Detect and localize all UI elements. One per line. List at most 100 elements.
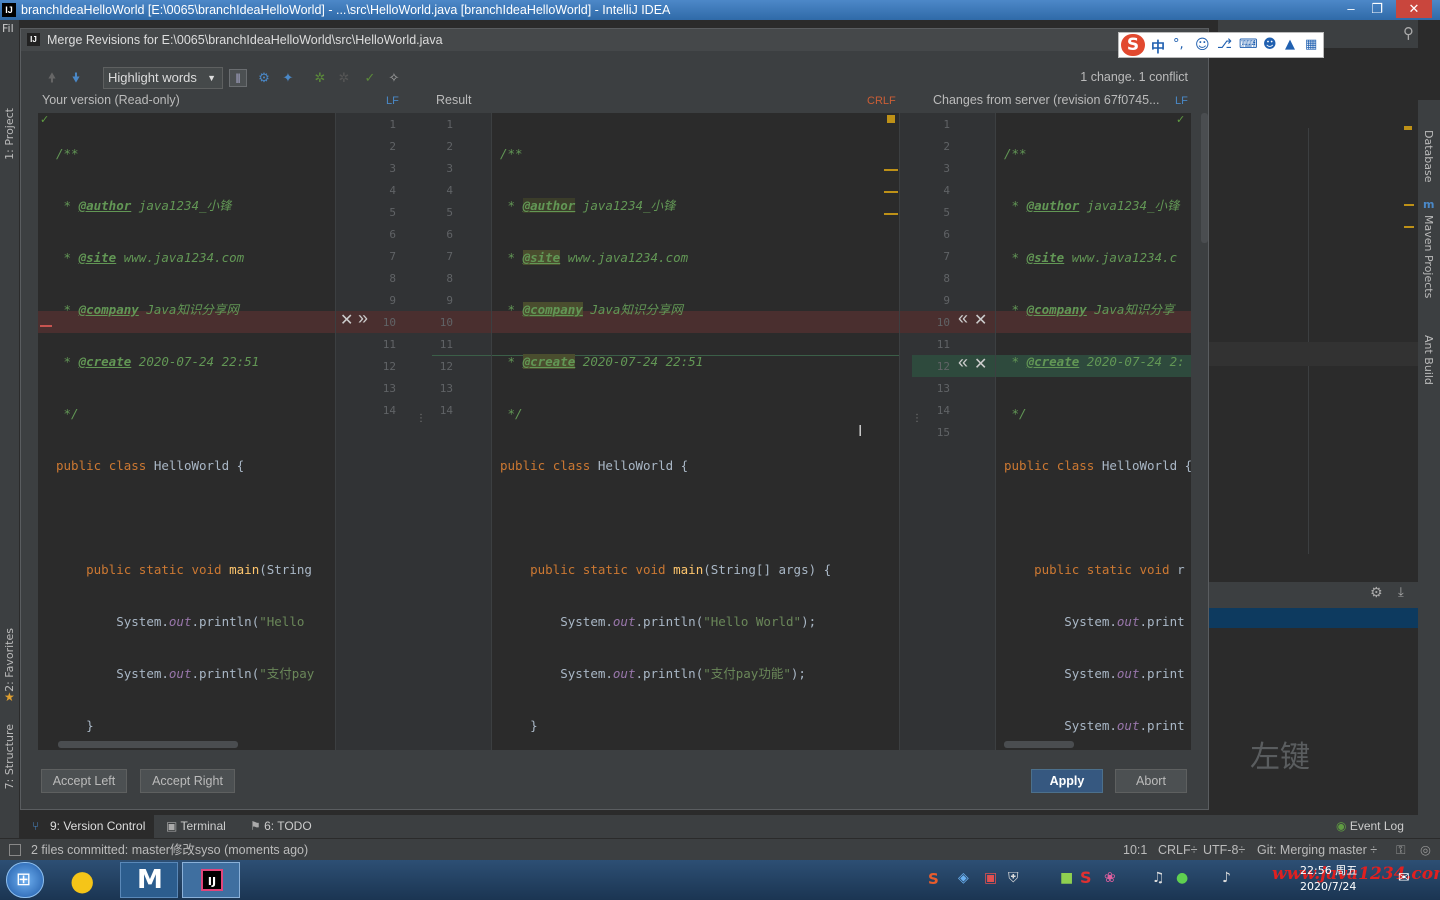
panel-toggle-icon[interactable] xyxy=(9,844,21,856)
line-number: 7 xyxy=(446,250,453,263)
ignore-right-change-icon[interactable]: ✕ xyxy=(974,354,987,374)
tab-version-control[interactable]: ⑂ 9: Version Control xyxy=(20,815,154,838)
merge-dialog: IJ Merge Revisions for E:\0065\branchIde… xyxy=(20,28,1209,810)
ignore-left-change-icon[interactable]: ✕ xyxy=(340,310,353,330)
start-button[interactable]: ⊞ xyxy=(6,862,44,898)
tray-shield-icon[interactable]: ⛨ xyxy=(1008,870,1019,886)
right-line-separator[interactable]: LF xyxy=(1175,95,1188,107)
git-branch[interactable]: Git: Merging master ÷ xyxy=(1257,839,1377,861)
settings-gear-icon[interactable]: ⚙ xyxy=(255,69,273,87)
window-title: branchIdeaHelloWorld [E:\0065\branchIdea… xyxy=(21,3,671,17)
tab-todo[interactable]: ⚑ 6: TODO xyxy=(250,815,312,838)
line-separator[interactable]: CRLF÷ xyxy=(1158,839,1198,861)
previous-difference-icon[interactable]: 🠝 xyxy=(43,69,61,87)
result-editor[interactable]: /** * @author java1234_小锋 * @site www.ja… xyxy=(492,113,899,750)
close-icon[interactable]: ✕ xyxy=(1396,0,1432,18)
menu-file-stub[interactable]: Fil xyxy=(2,22,14,35)
tray-box-icon[interactable]: ◈ xyxy=(958,870,969,886)
right-editor[interactable]: ✓ /** * @author java1234_小锋 * @site www.… xyxy=(996,113,1191,750)
horizontal-scrollbar[interactable] xyxy=(1004,741,1074,748)
gear-icon[interactable]: ⚙ xyxy=(1370,585,1383,601)
tray-s-icon[interactable]: S xyxy=(1080,868,1092,887)
result-panel-header: Result xyxy=(436,93,472,107)
line-number: 6 xyxy=(389,228,396,241)
left-line-separator[interactable]: LF xyxy=(386,95,399,107)
accept-left-change-icon[interactable]: » xyxy=(358,308,368,329)
tray-flower-icon[interactable]: ❀ xyxy=(1104,870,1116,886)
emoji-icon[interactable]: ☺ xyxy=(1195,37,1210,53)
punctuation-icon[interactable]: °, xyxy=(1173,37,1184,52)
line-number: 13 xyxy=(439,382,453,395)
sync-scroll-icon[interactable]: ‖ xyxy=(229,69,247,87)
restore-icon[interactable]: ❐ xyxy=(1364,0,1390,18)
clock-time[interactable]: 22:56 周五 xyxy=(1300,862,1357,878)
tab-project[interactable]: 1: Project xyxy=(3,108,16,160)
taskbar-app-360[interactable]: ● xyxy=(62,862,110,898)
vertical-scrollbar[interactable] xyxy=(1201,113,1208,243)
accept-left-button[interactable]: Accept Left xyxy=(41,769,127,793)
event-log-button[interactable]: ◉ Event Log xyxy=(1336,815,1404,838)
tray-bell-icon[interactable]: ♫ xyxy=(1152,870,1165,886)
line-number: 6 xyxy=(446,228,453,241)
code-line: public class HelloWorld { xyxy=(56,458,245,473)
accept-right-change-icon[interactable]: « xyxy=(958,308,968,329)
taskbar-app-intellij[interactable]: IJ xyxy=(182,862,240,898)
abort-button[interactable]: Abort xyxy=(1115,769,1187,793)
user-icon[interactable]: ☻ xyxy=(1263,37,1277,52)
action-center-icon[interactable]: ✉ xyxy=(1398,870,1420,892)
ime-toolbar[interactable]: S 中 °, ☺ ⎇ ⌨ ☻ ▲ ▦ xyxy=(1118,32,1324,58)
line-number: 12 xyxy=(382,360,396,373)
search-icon[interactable]: ⚲ xyxy=(1403,24,1414,42)
tray-nvidia-icon[interactable]: ■ xyxy=(1060,870,1073,886)
tab-ant-build[interactable]: Ant Build xyxy=(1422,335,1435,385)
tab-favorites[interactable]: 2: Favorites xyxy=(3,628,16,692)
microphone-icon[interactable]: ⎇ xyxy=(1217,37,1232,52)
ide-panel-toolbar: ⚙ ⤓ xyxy=(1208,582,1418,608)
minimize-icon[interactable]: – xyxy=(1338,0,1364,18)
keyboard-icon[interactable]: ⌨ xyxy=(1239,37,1258,52)
result-line-separator[interactable]: CRLF xyxy=(867,95,896,107)
notification-icon[interactable]: ◎ xyxy=(1420,839,1431,861)
tray-sogou-icon[interactable]: S xyxy=(928,870,939,888)
clock-date[interactable]: 2020/7/24 xyxy=(1300,880,1356,893)
code-line: System.out.println("支付pay功能"); xyxy=(560,666,806,681)
resolve-icon[interactable]: ✓ xyxy=(361,69,379,87)
ignore-right-change-icon[interactable]: ✕ xyxy=(974,310,987,330)
error-stripe-marker xyxy=(887,115,895,123)
grid-icon[interactable]: ▦ xyxy=(1305,37,1317,52)
ime-language[interactable]: 中 xyxy=(1151,37,1165,57)
tab-structure[interactable]: 7: Structure xyxy=(3,724,16,789)
intellij-taskbar-icon: IJ xyxy=(201,869,223,891)
magic-resolve-icon[interactable]: ✧ xyxy=(385,69,403,87)
apply-non-conflicting-icon[interactable]: ✦ xyxy=(279,69,297,87)
taskbar-app-word[interactable]: M xyxy=(120,862,178,898)
caret-position[interactable]: 10:1 xyxy=(1123,839,1147,861)
intellij-logo-icon: IJ xyxy=(2,3,16,17)
tray-app-icon[interactable]: ▣ xyxy=(984,870,997,886)
lock-icon[interactable]: ⚿ xyxy=(1396,839,1406,861)
code-line: * @create 2020-07-24 22:51 xyxy=(56,354,260,369)
left-editor[interactable]: ✓ /** * @author java1234_小锋 * @site www.… xyxy=(38,113,335,750)
line-number: 4 xyxy=(389,184,396,197)
tray-wechat-icon[interactable]: ● xyxy=(1176,870,1188,886)
file-encoding[interactable]: UTF-8÷ xyxy=(1203,839,1245,861)
skin-icon[interactable]: ▲ xyxy=(1285,37,1295,52)
highlight-mode-select[interactable]: Highlight words ▼ xyxy=(103,67,223,89)
accept-right-change-icon[interactable]: « xyxy=(958,352,968,373)
horizontal-scrollbar[interactable] xyxy=(58,741,238,748)
tab-terminal[interactable]: ▣ Terminal xyxy=(166,815,226,838)
sogou-logo-icon: S xyxy=(1121,34,1145,56)
line-number: 12 xyxy=(439,360,453,373)
line-number: 14 xyxy=(382,404,396,417)
tab-maven-projects[interactable]: Maven Projects xyxy=(1422,215,1435,298)
tab-database[interactable]: Database xyxy=(1422,130,1435,183)
code-line: * @author java1234_小锋 xyxy=(500,198,676,213)
accept-right-button[interactable]: Accept Right xyxy=(140,769,235,793)
apply-button[interactable]: Apply xyxy=(1031,769,1103,793)
download-icon[interactable]: ⤓ xyxy=(1398,585,1404,600)
line-number: 5 xyxy=(943,206,950,219)
chevron-down-icon: ▼ xyxy=(207,73,216,83)
next-difference-icon[interactable]: 🠟 xyxy=(67,69,85,87)
apply-left-icon[interactable]: ✲ xyxy=(311,69,329,87)
tray-volume-icon[interactable]: ♪ xyxy=(1222,870,1231,886)
